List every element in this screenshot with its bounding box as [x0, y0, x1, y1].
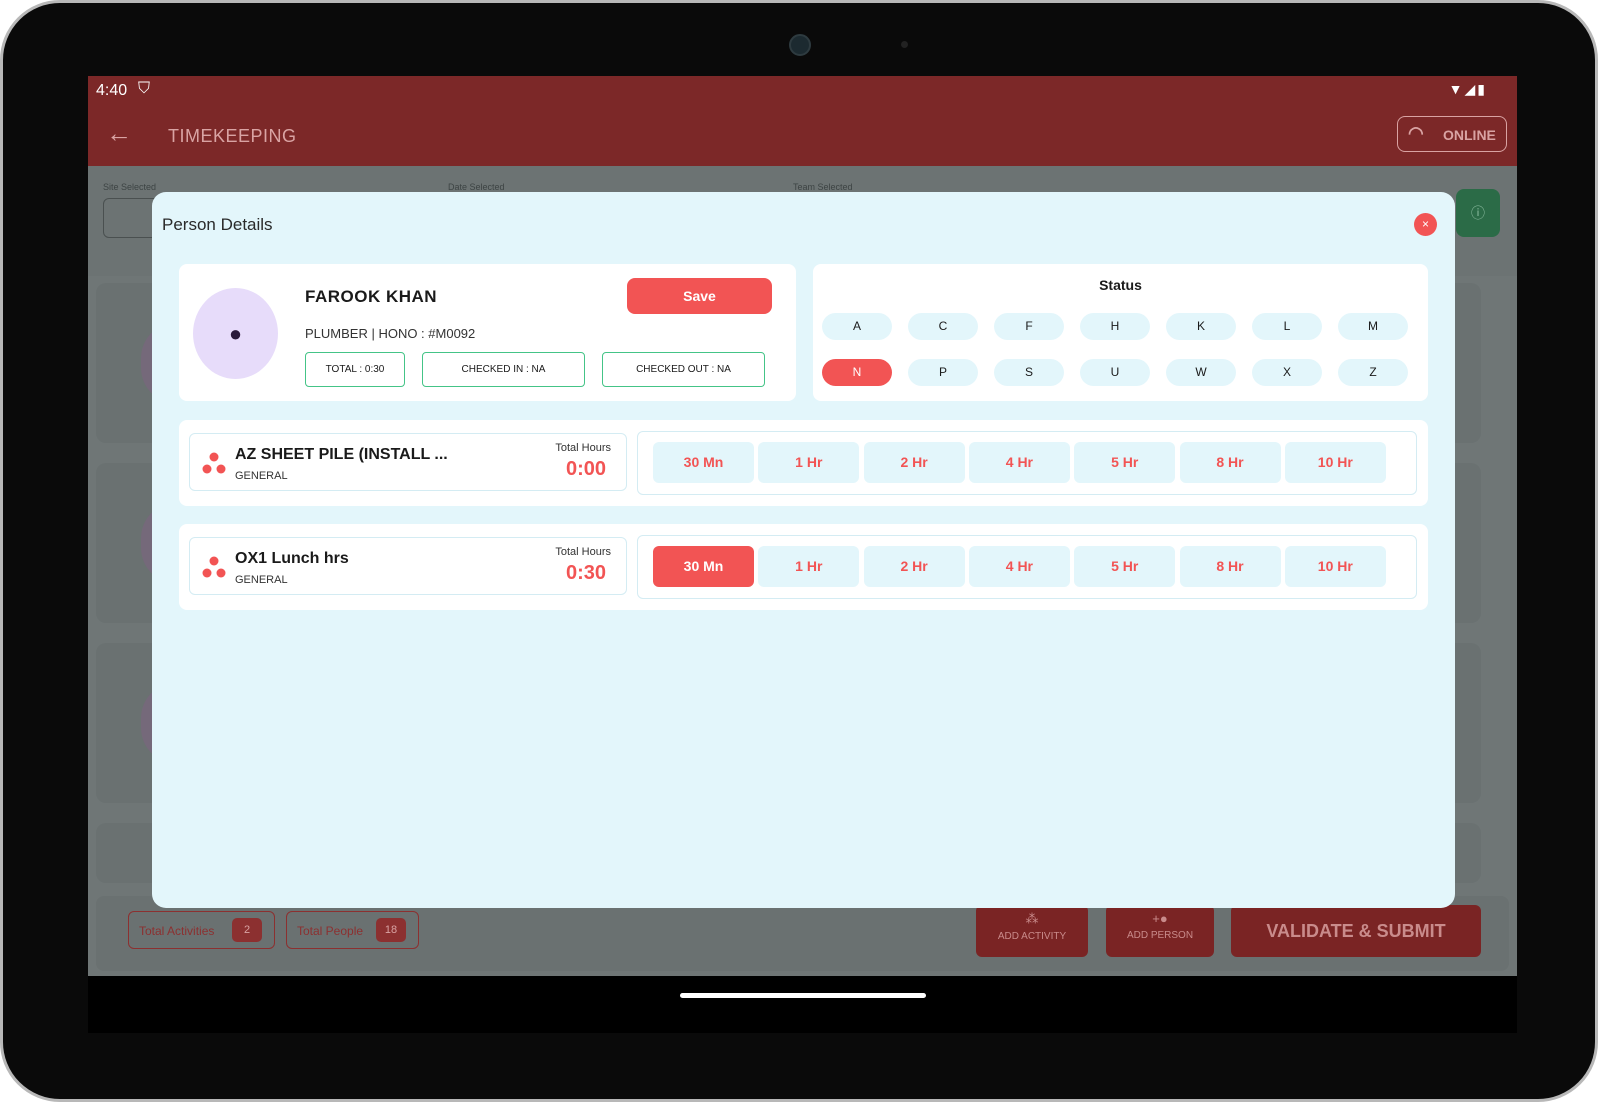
status-option-z[interactable]: Z — [1338, 359, 1408, 386]
status-option-l[interactable]: L — [1252, 313, 1322, 340]
home-gesture-handle[interactable] — [680, 993, 926, 998]
duration-button-5-hr[interactable]: 5 Hr — [1074, 546, 1176, 587]
total-hours-box: TOTAL : 0:30 — [305, 352, 405, 387]
duration-button-10-hr[interactable]: 10 Hr — [1284, 546, 1386, 587]
duration-button-30-mn[interactable]: 30 Mn — [653, 442, 754, 483]
total-people-count: 18 — [376, 918, 406, 942]
navigation-bar — [88, 976, 1517, 1033]
status-option-f[interactable]: F — [994, 313, 1064, 340]
total-hours-label: Total Hours — [555, 546, 611, 558]
activity-icon — [202, 556, 226, 578]
add-person-icon: +● — [1152, 911, 1168, 926]
status-option-h[interactable]: H — [1080, 313, 1150, 340]
duration-button-4-hr[interactable]: 4 Hr — [968, 546, 1070, 587]
duration-button-1-hr[interactable]: 1 Hr — [758, 442, 860, 483]
duration-button-2-hr[interactable]: 2 Hr — [863, 546, 965, 587]
activity-name: AZ SHEET PILE (INSTALL ... — [235, 446, 448, 463]
wifi-signal-battery-icon: ▼◢▮ — [1448, 81, 1487, 97]
add-person-button[interactable]: +● ADD PERSON — [1106, 905, 1214, 957]
status-option-a[interactable]: A — [822, 313, 892, 340]
status-option-p[interactable]: P — [908, 359, 978, 386]
person-name: FAROOK KHAN — [305, 287, 438, 306]
duration-button-4-hr[interactable]: 4 Hr — [968, 442, 1070, 483]
status-card: Status ACFHKLM NPSUWXZ — [813, 264, 1428, 401]
duration-button-1-hr[interactable]: 1 Hr — [758, 546, 860, 587]
checked-out-box: CHECKED OUT : NA — [602, 352, 765, 387]
duration-options: 30 Mn 1 Hr 2 Hr 4 Hr 5 Hr 8 Hr 10 Hr — [637, 431, 1417, 495]
activity-name: OX1 Lunch hrs — [235, 550, 349, 567]
person-details-modal: Person Details × ● FAROOK KHAN PLUMBER |… — [152, 192, 1455, 908]
status-option-w[interactable]: W — [1166, 359, 1236, 386]
save-button[interactable]: Save — [627, 278, 772, 314]
activity-row: AZ SHEET PILE (INSTALL ... GENERAL Total… — [179, 420, 1428, 506]
team-selected-label: Team Selected — [793, 182, 853, 192]
close-icon[interactable]: × — [1414, 213, 1437, 236]
status-option-k[interactable]: K — [1166, 313, 1236, 340]
app-bar: ← TIMEKEEPING ◠ ONLINE — [88, 106, 1517, 166]
duration-button-8-hr[interactable]: 8 Hr — [1179, 442, 1281, 483]
activity-category: GENERAL — [235, 470, 288, 482]
date-selected-label: Date Selected — [448, 182, 505, 192]
person-avatar-icon: ● — [193, 288, 278, 379]
shield-icon: ⛉ — [138, 80, 151, 97]
status-option-n[interactable]: N — [822, 359, 892, 386]
validate-submit-button[interactable]: VALIDATE & SUBMIT — [1231, 905, 1481, 957]
activity-icon: ⁂ — [1025, 911, 1039, 926]
status-option-m[interactable]: M — [1338, 313, 1408, 340]
status-option-c[interactable]: C — [908, 313, 978, 340]
duration-options: 30 Mn 1 Hr 2 Hr 4 Hr 5 Hr 8 Hr 10 Hr — [637, 535, 1417, 599]
person-trade-hono: PLUMBER | HONO : #M0092 — [305, 326, 476, 341]
status-option-u[interactable]: U — [1080, 359, 1150, 386]
add-activity-button[interactable]: ⁂ ADD ACTIVITY — [976, 905, 1088, 957]
activity-icon — [202, 452, 226, 474]
status-option-x[interactable]: X — [1252, 359, 1322, 386]
front-camera — [789, 34, 811, 56]
activity-info[interactable]: AZ SHEET PILE (INSTALL ... GENERAL Total… — [189, 433, 627, 491]
total-hours-value: 0:00 — [565, 458, 606, 480]
system-status-bar: 4:40 ⛉ ▼◢▮ — [88, 76, 1517, 106]
site-selected-label: Site Selected — [103, 182, 157, 192]
clock: 4:40 — [96, 82, 128, 99]
total-activities-label: Total Activities — [139, 924, 215, 938]
total-hours-value: 0:30 — [565, 562, 606, 584]
modal-title: Person Details — [162, 215, 273, 234]
tablet-frame: 4:40 ⛉ ▼◢▮ ← TIMEKEEPING ◠ ONLINE Site S… — [0, 0, 1598, 1102]
person-card: ● FAROOK KHAN PLUMBER | HONO : #M0092 Sa… — [179, 264, 796, 401]
total-activities-badge: Total Activities 2 — [128, 911, 275, 949]
activity-row: OX1 Lunch hrs GENERAL Total Hours 0:30 3… — [179, 524, 1428, 610]
duration-button-10-hr[interactable]: 10 Hr — [1284, 442, 1386, 483]
total-people-label: Total People — [297, 924, 364, 938]
online-status-button[interactable]: ◠ ONLINE — [1397, 116, 1507, 152]
checked-in-box: CHECKED IN : NA — [422, 352, 585, 387]
activity-category: GENERAL — [235, 574, 288, 586]
back-arrow-icon[interactable]: ← — [106, 118, 132, 149]
duration-button-30-mn[interactable]: 30 Mn — [653, 546, 754, 587]
status-title: Status — [1099, 277, 1142, 293]
status-option-s[interactable]: S — [994, 359, 1064, 386]
light-sensor — [901, 41, 908, 48]
total-people-badge: Total People 18 — [286, 911, 419, 949]
online-label: ONLINE — [1443, 127, 1496, 143]
app-title: TIMEKEEPING — [168, 126, 297, 146]
info-icon[interactable]: ⓘ — [1456, 189, 1500, 237]
wifi-icon: ◠ — [1408, 123, 1424, 143]
activity-info[interactable]: OX1 Lunch hrs GENERAL Total Hours 0:30 — [189, 537, 627, 595]
total-hours-label: Total Hours — [555, 442, 611, 454]
duration-button-8-hr[interactable]: 8 Hr — [1179, 546, 1281, 587]
duration-button-2-hr[interactable]: 2 Hr — [863, 442, 965, 483]
duration-button-5-hr[interactable]: 5 Hr — [1074, 442, 1176, 483]
total-activities-count: 2 — [232, 918, 262, 942]
